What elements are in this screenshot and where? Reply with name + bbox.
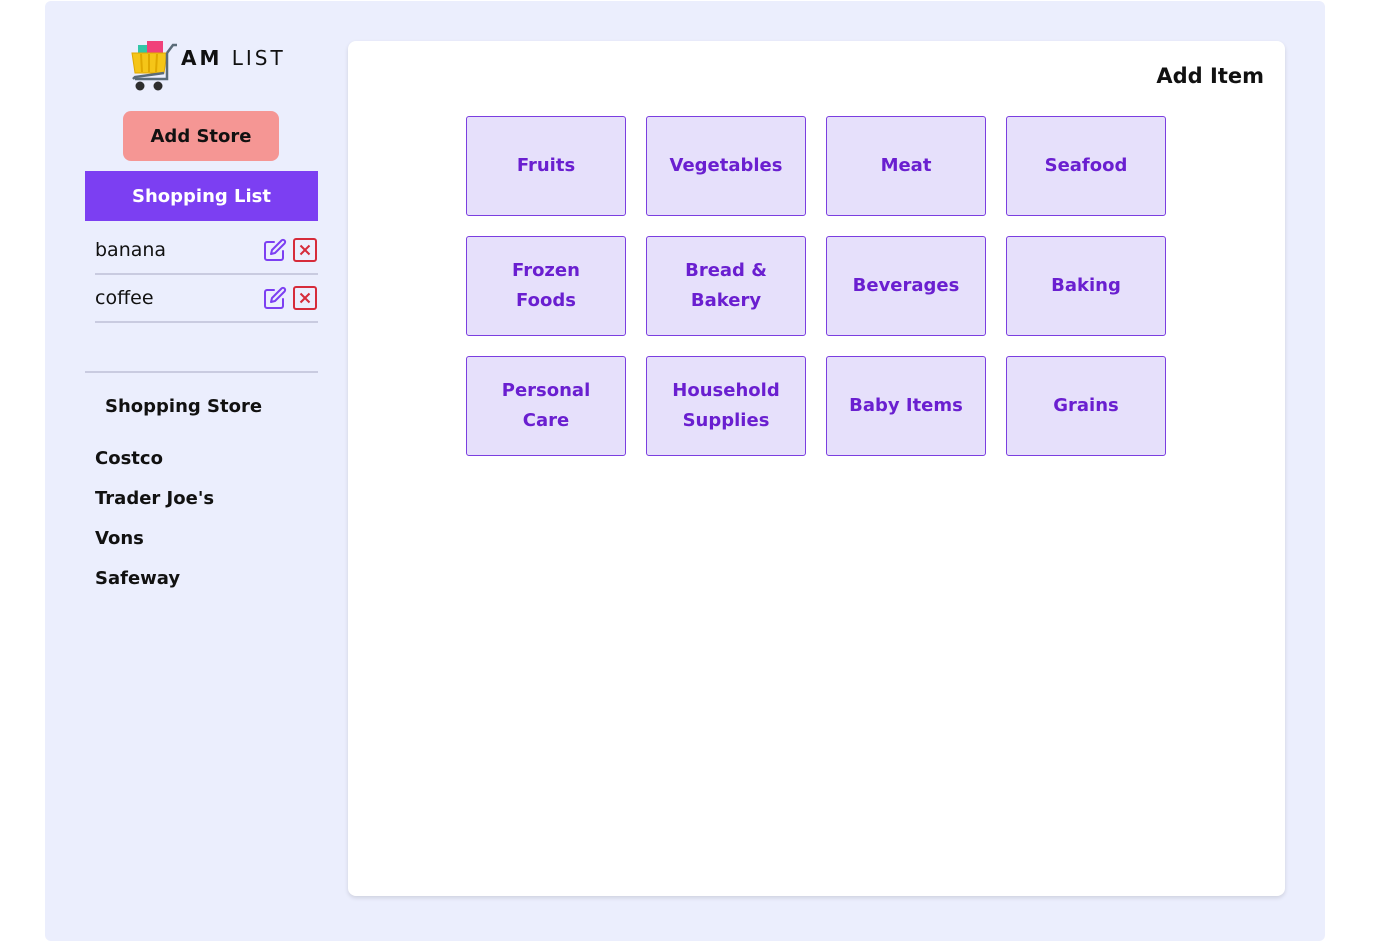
main-panel: Add Item Fruits Vegetables Meat Seafood … — [348, 41, 1285, 896]
list-item-label: coffee — [95, 287, 154, 309]
category-tile-vegetables[interactable]: Vegetables — [646, 116, 806, 216]
category-tile-baby-items[interactable]: Baby Items — [826, 356, 986, 456]
app-container: AM LIST Add Store Shopping List banana c… — [45, 1, 1325, 941]
category-tile-fruits[interactable]: Fruits — [466, 116, 626, 216]
edit-icon[interactable] — [262, 237, 288, 263]
page-title: Add Item — [1156, 64, 1264, 88]
category-tile-beverages[interactable]: Beverages — [826, 236, 986, 336]
store-item-safeway[interactable]: Safeway — [95, 562, 214, 602]
store-item-costco[interactable]: Costco — [95, 442, 214, 482]
list-item: banana — [95, 227, 318, 275]
category-tile-bread-bakery[interactable]: Bread & Bakery — [646, 236, 806, 336]
logo-text-regular: LIST — [231, 46, 286, 70]
list-item-actions — [262, 237, 318, 263]
shopping-list-header: Shopping List — [85, 171, 318, 221]
list-item-actions — [262, 285, 318, 311]
category-tile-seafood[interactable]: Seafood — [1006, 116, 1166, 216]
category-tile-personal-care[interactable]: Personal Care — [466, 356, 626, 456]
store-item-vons[interactable]: Vons — [95, 522, 214, 562]
app-logo[interactable]: AM LIST — [129, 39, 283, 95]
edit-icon[interactable] — [262, 285, 288, 311]
store-list: Costco Trader Joe's Vons Safeway — [95, 442, 214, 602]
sidebar-divider — [85, 371, 318, 373]
logo-text: AM LIST — [181, 46, 286, 70]
category-tile-grains[interactable]: Grains — [1006, 356, 1166, 456]
delete-icon[interactable] — [292, 285, 318, 311]
shopping-store-heading: Shopping Store — [105, 396, 263, 417]
list-item-label: banana — [95, 239, 167, 261]
store-item-trader-joes[interactable]: Trader Joe's — [95, 482, 214, 522]
add-store-button[interactable]: Add Store — [123, 111, 279, 161]
shopping-cart-icon — [131, 41, 177, 91]
category-tile-meat[interactable]: Meat — [826, 116, 986, 216]
logo-text-bold: AM — [181, 46, 223, 70]
delete-icon[interactable] — [292, 237, 318, 263]
category-tile-frozen-foods[interactable]: Frozen Foods — [466, 236, 626, 336]
category-grid: Fruits Vegetables Meat Seafood Frozen Fo… — [466, 116, 1166, 456]
shopping-list: banana coffee — [95, 227, 318, 323]
category-tile-household-supplies[interactable]: Household Supplies — [646, 356, 806, 456]
category-tile-baking[interactable]: Baking — [1006, 236, 1166, 336]
list-item: coffee — [95, 275, 318, 323]
